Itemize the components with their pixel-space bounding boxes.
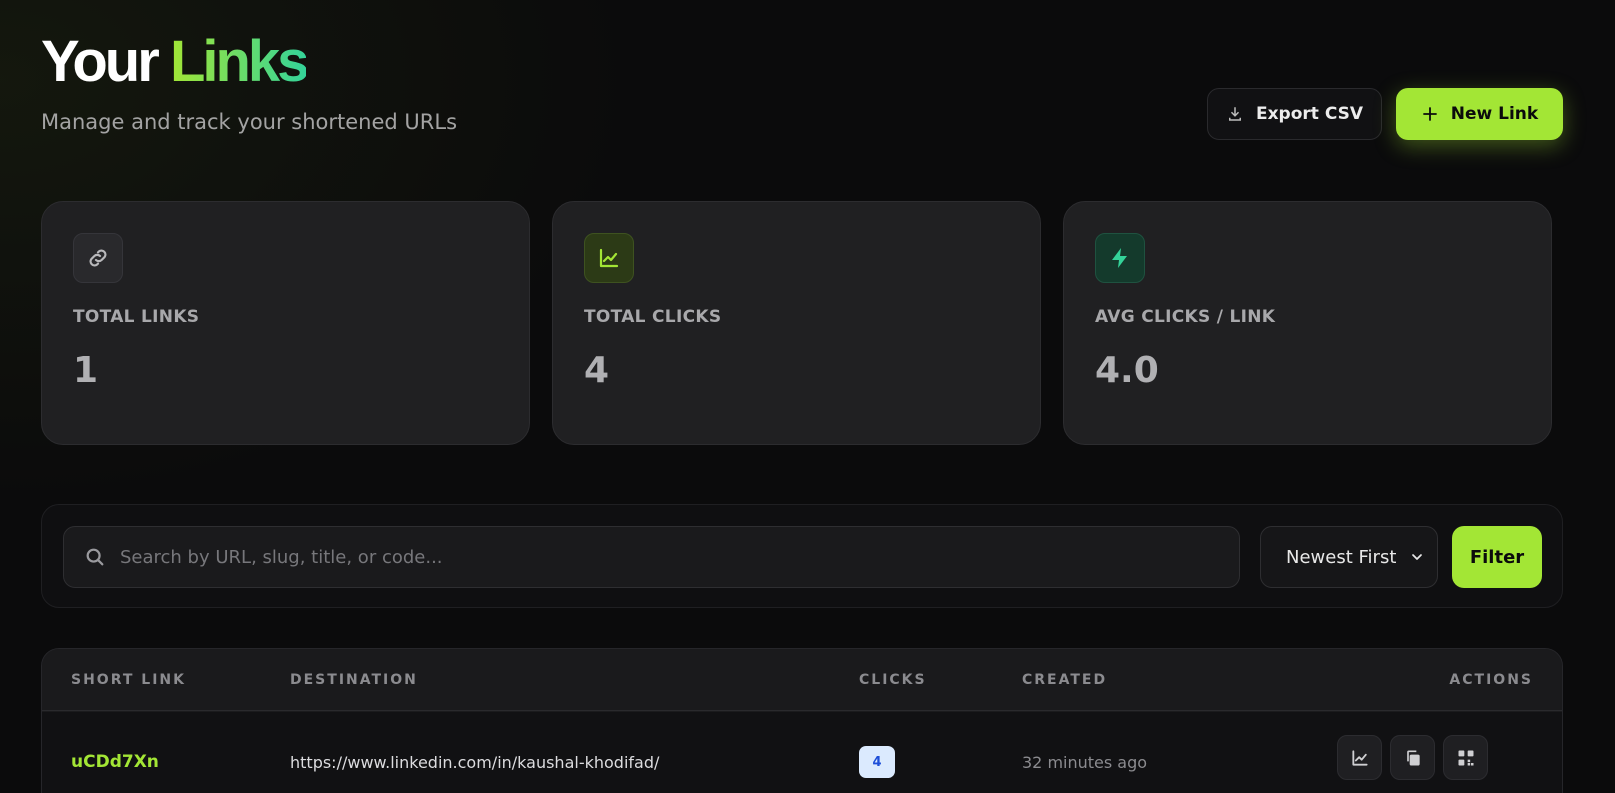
created-time: 32 minutes ago	[1022, 752, 1148, 772]
page-title-part1: Your	[41, 29, 160, 94]
plus-icon	[1421, 105, 1439, 123]
chart-line-icon	[584, 233, 634, 283]
sort-select[interactable]: Newest First	[1260, 526, 1438, 588]
table-header: SHORT LINK DESTINATION CLICKS CREATED AC…	[42, 649, 1562, 711]
stat-card-total-links: TOTAL LINKS 1	[41, 201, 530, 445]
stat-value: 1	[73, 350, 99, 391]
page-title-part2: Links	[169, 29, 309, 94]
search-input[interactable]	[120, 546, 1239, 568]
column-header-destination: DESTINATION	[290, 672, 418, 688]
column-header-actions: ACTIONS	[1449, 672, 1533, 688]
bolt-icon	[1095, 233, 1145, 283]
copy-link-button[interactable]	[1390, 735, 1435, 780]
chart-line-icon	[1350, 748, 1370, 768]
export-csv-button[interactable]: Export CSV	[1207, 88, 1382, 140]
new-link-button[interactable]: New Link	[1396, 88, 1563, 140]
download-icon	[1226, 105, 1244, 123]
new-link-label: New Link	[1450, 104, 1539, 124]
column-header-created: CREATED	[1022, 672, 1108, 688]
search-icon	[84, 546, 106, 568]
qr-code-button[interactable]	[1443, 735, 1488, 780]
stat-card-avg-clicks: AVG CLICKS / LINK 4.0	[1063, 201, 1552, 445]
stat-card-total-clicks: TOTAL CLICKS 4	[552, 201, 1041, 445]
stat-value: 4	[584, 350, 610, 391]
page-subtitle: Manage and track your shortened URLs	[41, 110, 458, 134]
page-title: Your Links	[41, 29, 309, 94]
search-box	[63, 526, 1240, 588]
column-header-short-link: SHORT LINK	[71, 672, 186, 688]
qr-code-icon	[1456, 748, 1476, 768]
clicks-badge: 4	[859, 746, 895, 778]
stat-value: 4.0	[1095, 350, 1159, 391]
export-csv-label: Export CSV	[1255, 104, 1364, 124]
filter-button[interactable]: Filter	[1452, 526, 1542, 588]
link-icon	[73, 233, 123, 283]
stat-label: TOTAL CLICKS	[584, 307, 722, 327]
chevron-down-icon	[1409, 549, 1425, 570]
analytics-button[interactable]	[1337, 735, 1382, 780]
links-table: SHORT LINK DESTINATION CLICKS CREATED AC…	[41, 648, 1563, 793]
destination-url[interactable]: https://www.linkedin.com/in/kaushal-khod…	[290, 753, 659, 772]
table-row: uCDd7Xn https://www.linkedin.com/in/kaus…	[42, 712, 1562, 793]
copy-icon	[1403, 748, 1423, 768]
column-header-clicks: CLICKS	[859, 672, 927, 688]
stat-label: AVG CLICKS / LINK	[1095, 307, 1276, 327]
filter-bar: Newest First Filter	[41, 504, 1563, 608]
stat-label: TOTAL LINKS	[73, 307, 200, 327]
short-link-slug[interactable]: uCDd7Xn	[71, 752, 159, 772]
sort-selected-value: Newest First	[1286, 546, 1397, 568]
